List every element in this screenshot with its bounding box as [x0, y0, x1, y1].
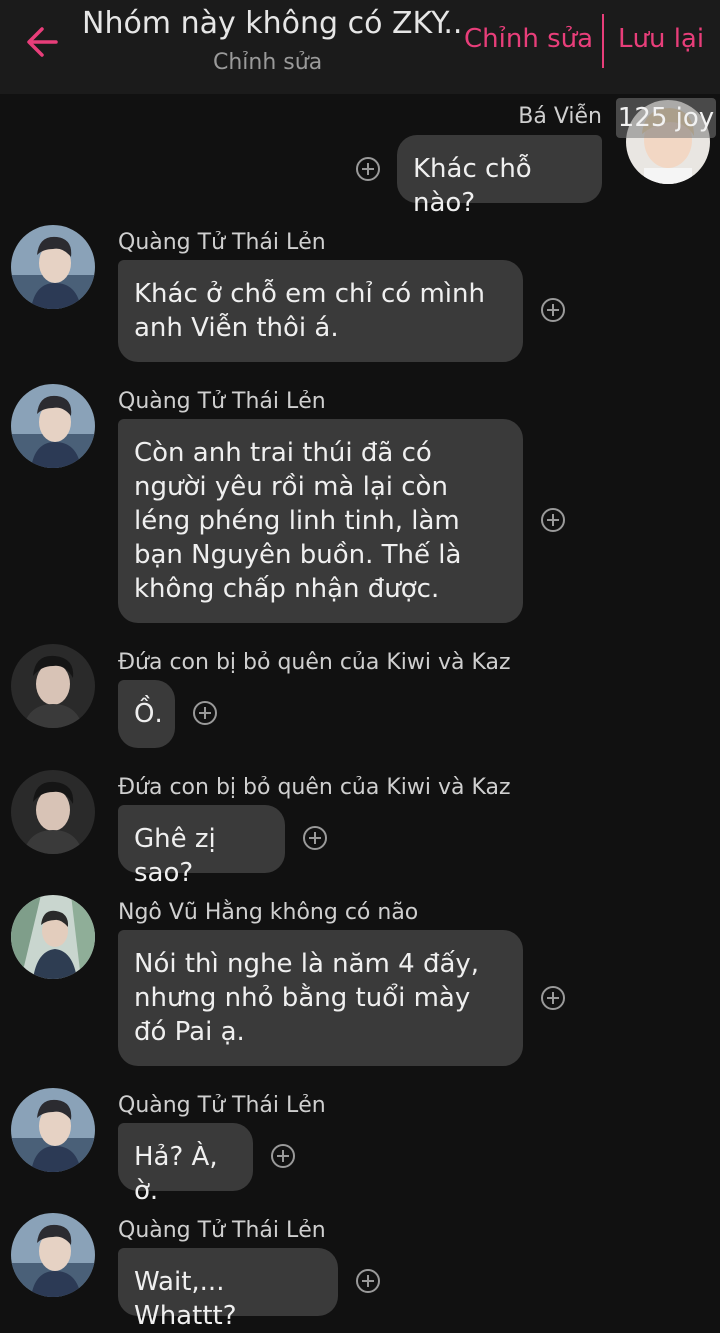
message-bubble[interactable]: Khác ở chỗ em chỉ có mình anh Viễn thôi … — [118, 260, 523, 362]
sender-name: Quàng Tử Thái Lẻn — [118, 1218, 326, 1243]
add-reaction-icon[interactable] — [540, 985, 566, 1011]
add-reaction-icon[interactable] — [540, 507, 566, 533]
sender-name: Đứa con bị bỏ quên của Kiwi và Kaz — [118, 650, 511, 675]
message-bubble[interactable]: Nói thì nghe là năm 4 đấy, nhưng nhỏ bằn… — [118, 930, 523, 1066]
avatar[interactable] — [11, 644, 95, 728]
avatar[interactable] — [11, 1213, 95, 1297]
message-bubble[interactable]: Ghê zị sao? — [118, 805, 285, 888]
back-button[interactable] — [22, 22, 62, 62]
message-bubble[interactable]: Khác chỗ nào? — [397, 135, 602, 218]
sender-name: Bá Viễn — [518, 104, 602, 129]
sender-name: Ngô Vũ Hằng không có não — [118, 900, 419, 925]
add-reaction-icon[interactable] — [355, 1268, 381, 1294]
add-reaction-icon[interactable] — [270, 1143, 296, 1169]
sender-name: Quàng Tử Thái Lẻn — [118, 389, 326, 414]
edit-button[interactable]: Chỉnh sửa — [464, 24, 593, 54]
add-reaction-icon[interactable] — [355, 156, 381, 182]
add-reaction-icon[interactable] — [540, 297, 566, 323]
message-bubble[interactable]: Wait,... Whattt? — [118, 1248, 338, 1331]
sender-name: Đứa con bị bỏ quên của Kiwi và Kaz — [118, 775, 511, 800]
message-bubble[interactable]: Hả? À, ờ. — [118, 1123, 253, 1206]
joy-counter-badge: 125 joy — [616, 98, 716, 138]
chat-title[interactable]: Nhóm này không có ZKY... — [82, 6, 462, 41]
message-bubble[interactable]: Ồ. — [118, 680, 175, 748]
sender-name: Quàng Tử Thái Lẻn — [118, 1093, 326, 1118]
avatar[interactable] — [11, 1088, 95, 1172]
add-reaction-icon[interactable] — [302, 825, 328, 851]
avatar[interactable] — [11, 225, 95, 309]
chat-subtitle[interactable]: Chỉnh sửa — [213, 50, 322, 75]
chat-header: Nhóm này không có ZKY... Chỉnh sửa Chỉnh… — [0, 0, 720, 94]
header-divider — [602, 14, 604, 68]
avatar[interactable] — [11, 895, 95, 979]
back-arrow-icon — [27, 27, 58, 57]
avatar[interactable] — [11, 770, 95, 854]
avatar[interactable] — [11, 384, 95, 468]
add-reaction-icon[interactable] — [192, 700, 218, 726]
message-bubble[interactable]: Còn anh trai thúi đã có người yêu rồi mà… — [118, 419, 523, 623]
sender-name: Quàng Tử Thái Lẻn — [118, 230, 326, 255]
save-button[interactable]: Lưu lại — [618, 24, 704, 54]
